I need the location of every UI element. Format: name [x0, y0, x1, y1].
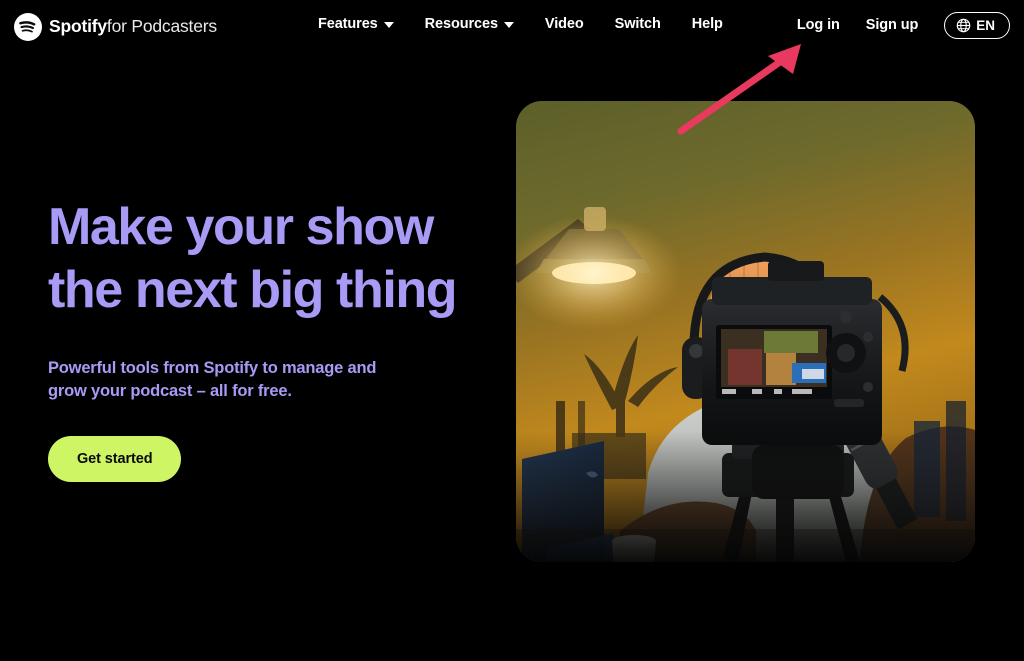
hero-subheading: Powerful tools from Spotify to manage an…	[48, 358, 377, 401]
signup-link[interactable]: Sign up	[866, 18, 919, 33]
podcaster-recording-photo	[516, 101, 975, 562]
top-navigation-bar: Spotifyfor Podcasters Features Resources…	[0, 0, 1024, 57]
nav-item-features-label: Features	[318, 16, 378, 32]
language-code: EN	[976, 17, 995, 33]
nav-item-resources-label: Resources	[424, 16, 498, 32]
nav-item-features[interactable]: Features	[318, 17, 394, 32]
hero-text-block: Make your show the next big thing Powerf…	[48, 196, 508, 482]
brand-logo-link[interactable]: Spotifyfor Podcasters	[14, 13, 217, 41]
account-actions: Log in Sign up EN	[797, 12, 1010, 39]
headline-line-2: the next big thing	[48, 261, 457, 320]
headline-line-1: Make your show	[48, 198, 434, 256]
get-started-button[interactable]: Get started	[48, 435, 182, 482]
page-title: Make your show the next big thing	[48, 196, 508, 323]
spotify-logo-icon	[14, 13, 42, 41]
brand-name: Spotifyfor Podcasters	[49, 18, 217, 36]
brand-name-bold: Spotify	[49, 16, 107, 37]
nav-item-help-label: Help	[691, 16, 723, 32]
primary-nav-links: Features Resources Video Switch Help	[318, 17, 723, 32]
globe-icon	[956, 18, 971, 33]
language-selector[interactable]: EN	[944, 12, 1010, 39]
nav-item-video[interactable]: Video	[545, 17, 584, 32]
nav-item-video-label: Video	[544, 16, 584, 32]
login-link[interactable]: Log in	[797, 18, 840, 33]
nav-item-switch-label: Switch	[614, 16, 661, 32]
hero-image	[516, 101, 975, 562]
nav-item-help[interactable]: Help	[692, 17, 723, 32]
brand-name-light: for Podcasters	[106, 16, 217, 37]
nav-item-switch[interactable]: Switch	[615, 17, 661, 32]
chevron-down-icon	[383, 22, 394, 29]
nav-item-resources[interactable]: Resources	[425, 17, 514, 32]
chevron-down-icon	[503, 22, 514, 29]
spotify-for-podcasters-landing-page: Spotifyfor Podcasters Features Resources…	[0, 0, 1024, 661]
